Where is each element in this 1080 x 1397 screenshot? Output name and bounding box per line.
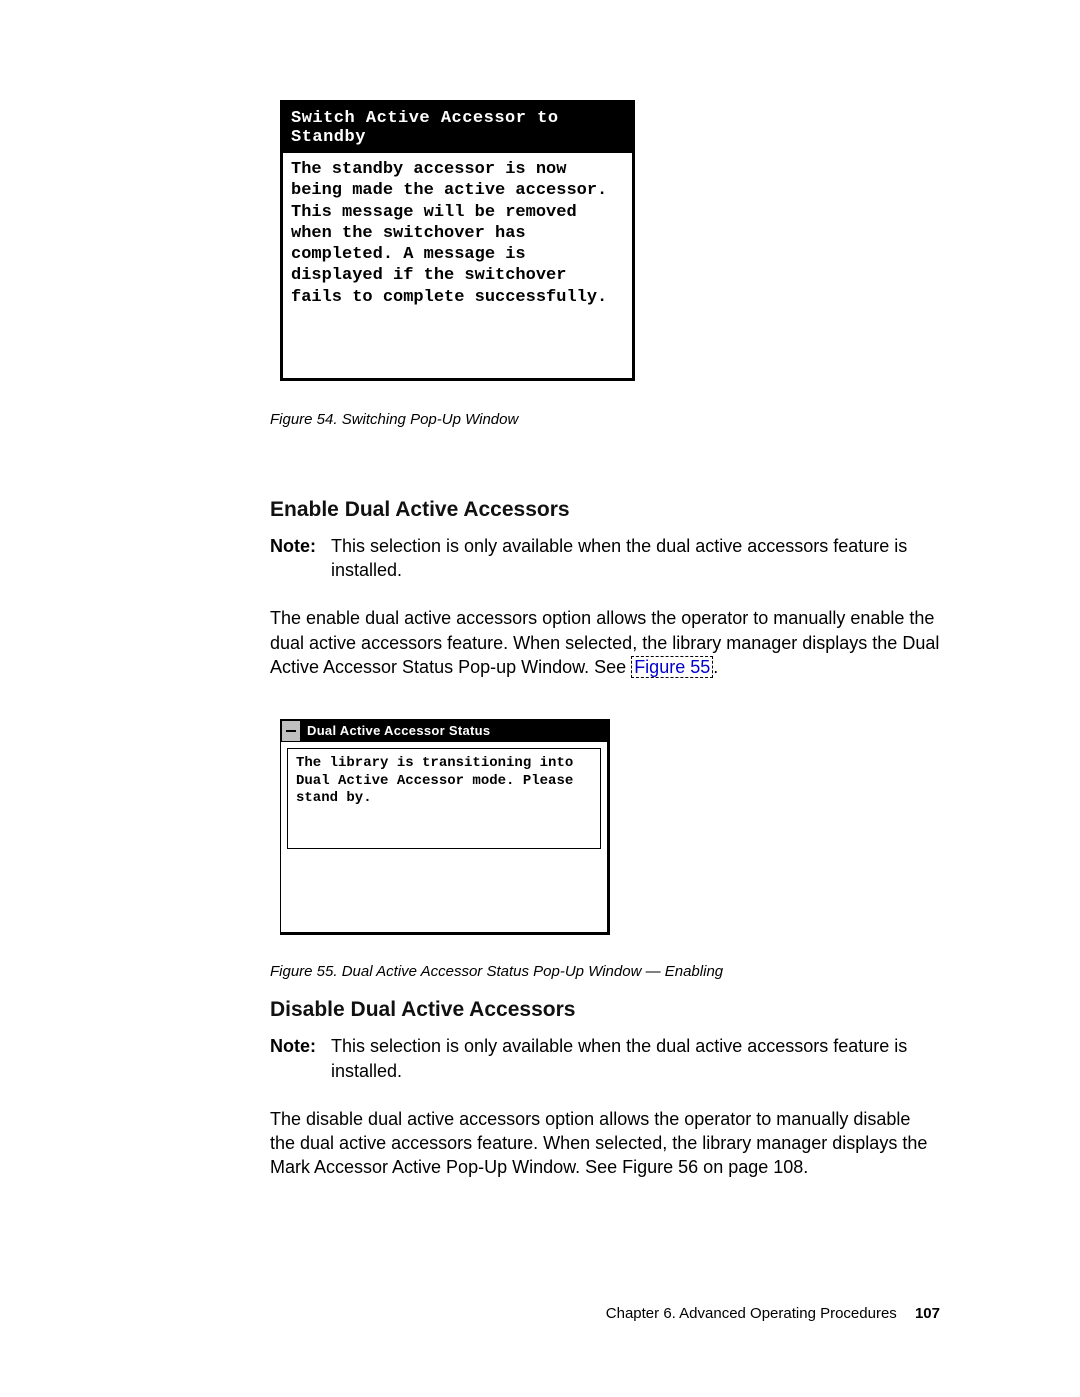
- system-menu-icon[interactable]: [281, 720, 301, 742]
- figure-55-link[interactable]: Figure 55: [631, 656, 713, 678]
- switch-accessor-popup-body: The standby accessor is now being made t…: [283, 153, 632, 378]
- para-enable-pre: The enable dual active accessors option …: [270, 608, 939, 677]
- switch-accessor-popup-title: Switch Active Accessor to Standby: [283, 103, 632, 153]
- para-enable: The enable dual active accessors option …: [270, 606, 940, 679]
- para-enable-post: .: [713, 657, 718, 677]
- dual-active-accessor-status-popup: Dual Active Accessor Status The library …: [280, 719, 610, 935]
- popup2-message: The library is transitioning into Dual A…: [287, 748, 601, 849]
- heading-enable-dual-active-accessors: Enable Dual Active Accessors: [270, 498, 940, 522]
- heading-disable-dual-active-accessors: Disable Dual Active Accessors: [270, 998, 940, 1022]
- para-disable: The disable dual active accessors option…: [270, 1107, 940, 1180]
- note-label: Note:: [270, 1034, 325, 1083]
- note-disable: Note: This selection is only available w…: [270, 1034, 940, 1083]
- popup2-titlebar: Dual Active Accessor Status: [281, 720, 607, 742]
- popup2-body: The library is transitioning into Dual A…: [281, 742, 607, 932]
- note-label: Note:: [270, 534, 325, 583]
- popup2-title: Dual Active Accessor Status: [301, 720, 496, 742]
- note-text: This selection is only available when th…: [325, 534, 940, 583]
- note-enable: Note: This selection is only available w…: [270, 534, 940, 583]
- figure-54-caption: Figure 54. Switching Pop-Up Window: [270, 411, 940, 428]
- footer-chapter: Chapter 6. Advanced Operating Procedures: [606, 1305, 897, 1322]
- footer-page-number: 107: [915, 1305, 940, 1322]
- figure-55-caption: Figure 55. Dual Active Accessor Status P…: [270, 963, 940, 980]
- note-text: This selection is only available when th…: [325, 1034, 940, 1083]
- switch-accessor-popup: Switch Active Accessor to Standby The st…: [280, 100, 635, 381]
- page-footer: Chapter 6. Advanced Operating Procedures…: [606, 1305, 940, 1322]
